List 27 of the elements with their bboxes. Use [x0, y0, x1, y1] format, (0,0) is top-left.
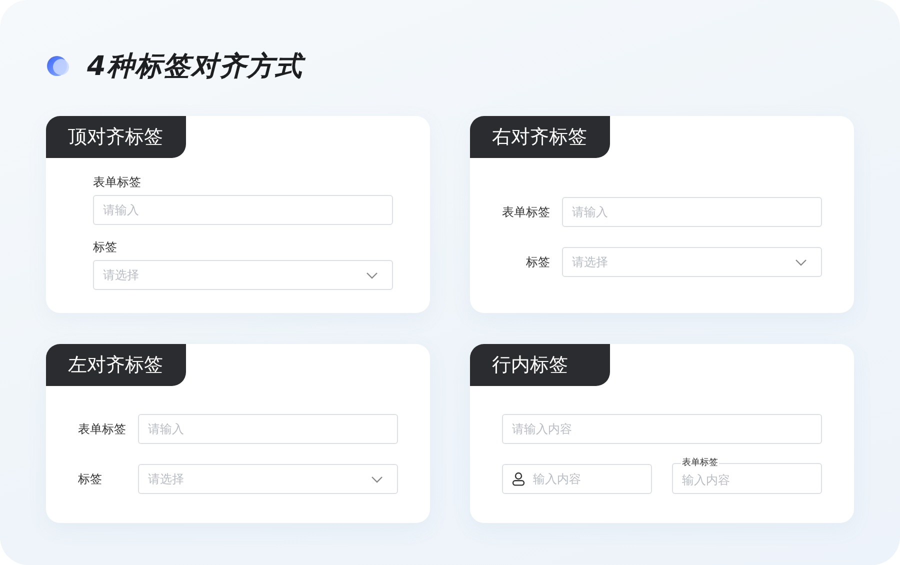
section-title: 左对齐标签 — [46, 344, 186, 386]
field-label: 标签 — [93, 239, 118, 255]
logo-icon — [47, 55, 69, 77]
input-field[interactable]: 请输入 — [138, 414, 398, 444]
input-field[interactable]: 输入内容 — [502, 464, 652, 494]
input-field[interactable]: 输入内容 — [533, 472, 642, 486]
input-field[interactable]: 请输入 — [93, 195, 393, 225]
chevron-down-icon — [795, 258, 807, 266]
field-label: 表单标签 — [502, 204, 550, 220]
input-field[interactable]: 表单标签 输入内容 — [672, 459, 822, 494]
section-title: 行内标签 — [470, 344, 610, 386]
select-field[interactable]: 请选择 — [93, 260, 393, 290]
input-field[interactable]: 请输入内容 — [502, 414, 822, 444]
section-title: 顶对齐标签 — [46, 116, 186, 158]
chevron-down-icon — [371, 476, 383, 482]
input-field[interactable]: 请输入 — [562, 197, 822, 227]
field-label: 标签 — [78, 471, 103, 487]
field-label: 表单标签 — [93, 174, 142, 190]
field-label: 表单标签 — [78, 421, 126, 437]
field-label: 标签 — [525, 254, 550, 270]
select-field[interactable]: 请选择 — [138, 464, 398, 494]
user-icon — [512, 472, 525, 486]
section-title: 右对齐标签 — [470, 116, 610, 158]
chevron-down-icon — [366, 272, 378, 278]
input-field[interactable]: 输入内容 — [682, 472, 812, 486]
select-field[interactable]: 请选择 — [562, 247, 822, 277]
field-label: 表单标签 — [681, 459, 719, 468]
